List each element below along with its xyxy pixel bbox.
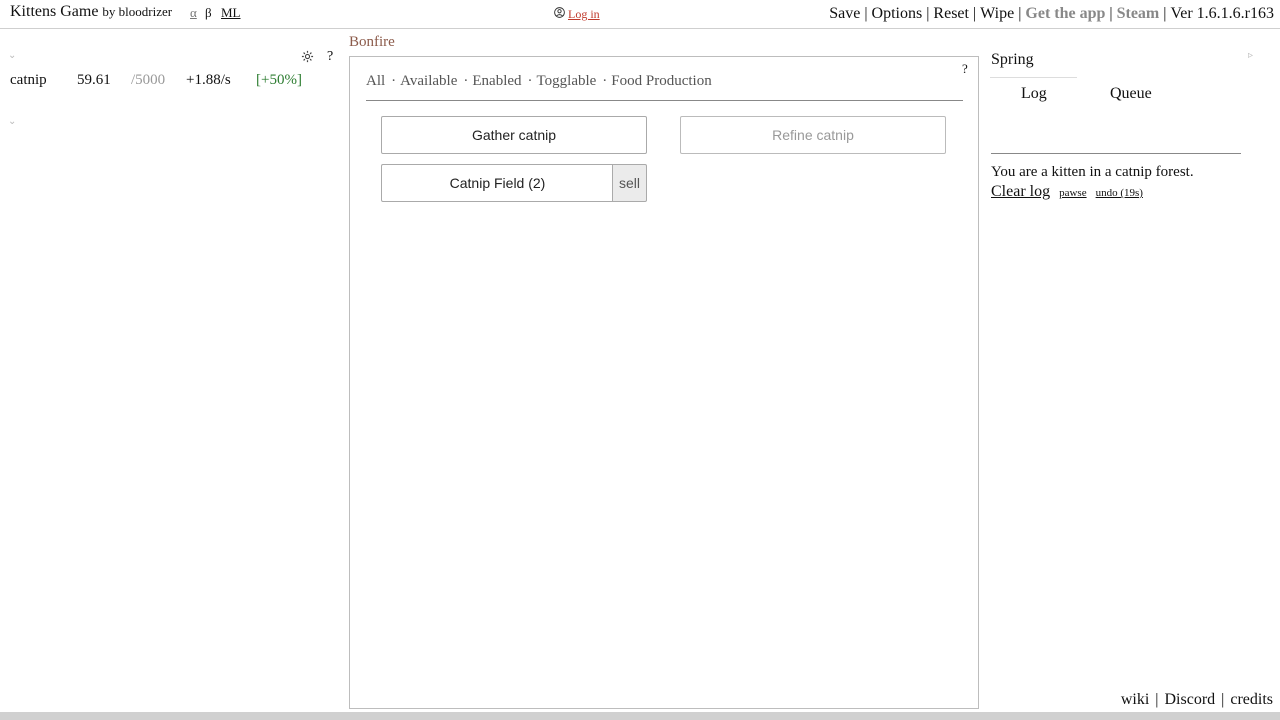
pawse-link[interactable]: pawse — [1059, 187, 1087, 199]
expand-chevron-icon[interactable]: ⌄ — [8, 116, 16, 127]
filter-separator: · — [391, 73, 397, 89]
version-label: Ver 1.6.1.6.r163 — [1170, 5, 1274, 22]
top-menu: Save | Options | Reset | Wipe | Get the … — [829, 5, 1274, 23]
menu-separator: | — [926, 5, 930, 22]
right-collapse-icon[interactable]: ▹ — [1248, 50, 1253, 61]
gather-catnip-button[interactable]: Gather catnip — [381, 116, 647, 154]
undo-link[interactable]: undo (19s) — [1096, 187, 1143, 199]
tab-queue[interactable]: Queue — [1110, 85, 1152, 103]
season-divider — [990, 77, 1077, 78]
user-circle-icon — [554, 7, 565, 22]
footer-separator: | — [1221, 691, 1225, 708]
log-message: You are a kitten in a catnip forest. — [991, 164, 1194, 180]
menu-separator: | — [1109, 5, 1113, 22]
app-name: Kittens Game — [10, 3, 99, 20]
discord-link[interactable]: Discord — [1164, 691, 1215, 709]
login-link[interactable]: Log in — [568, 7, 600, 22]
options-link[interactable]: Options — [872, 5, 923, 23]
sell-button[interactable]: sell — [612, 164, 647, 202]
footer-separator: | — [1155, 691, 1159, 708]
collapse-chevron-icon[interactable]: ⌄ — [8, 50, 16, 61]
menu-separator: | — [1018, 5, 1022, 22]
gear-icon[interactable] — [301, 50, 314, 68]
reset-link[interactable]: Reset — [933, 5, 969, 23]
log-actions: Clear log pawse undo (19s) — [991, 183, 1143, 201]
filter-available[interactable]: Available — [400, 73, 457, 90]
login-area[interactable]: Log in — [554, 7, 600, 22]
get-app-link[interactable]: Get the app — [1025, 5, 1105, 23]
filter-separator: · — [602, 73, 608, 89]
ml-link[interactable]: ML — [221, 5, 241, 21]
resources-help[interactable]: ? — [327, 49, 333, 65]
resource-max: /5000 — [131, 72, 166, 88]
filter-togglable[interactable]: Togglable — [537, 73, 597, 90]
save-link[interactable]: Save — [829, 5, 860, 23]
catnip-field-button[interactable]: Catnip Field (2) — [381, 164, 613, 202]
filter-separator: · — [463, 73, 469, 89]
beta-link[interactable]: β — [205, 5, 212, 21]
resource-bonus: [+50%] — [256, 72, 302, 88]
season-label: Spring — [991, 51, 1034, 68]
bonfire-help[interactable]: ? — [962, 61, 968, 77]
steam-link[interactable]: Steam — [1117, 5, 1160, 23]
resource-name: catnip — [10, 72, 47, 88]
app-author: by bloodrizer — [102, 4, 173, 19]
filter-separator: · — [527, 73, 533, 89]
refine-catnip-button[interactable]: Refine catnip — [680, 116, 946, 154]
filter-all[interactable]: All — [366, 73, 385, 90]
credits-link[interactable]: credits — [1230, 691, 1273, 709]
resource-rate: +1.88/s — [186, 72, 231, 88]
filter-food-production[interactable]: Food Production — [611, 73, 711, 90]
wipe-link[interactable]: Wipe — [980, 5, 1014, 23]
alpha-link[interactable]: α — [190, 5, 197, 21]
filter-bar: All · Available · Enabled · Togglable · … — [366, 73, 718, 90]
filter-enabled[interactable]: Enabled — [472, 73, 521, 90]
filter-divider — [366, 100, 963, 101]
menu-separator: | — [864, 5, 868, 22]
menu-separator: | — [1163, 5, 1167, 22]
app-title: Kittens Game by bloodrizer — [10, 3, 172, 21]
horizontal-scrollbar[interactable] — [0, 712, 1280, 720]
wiki-link[interactable]: wiki — [1121, 691, 1149, 709]
tab-log[interactable]: Log — [1021, 85, 1047, 103]
log-divider — [991, 153, 1241, 154]
menu-separator: | — [972, 5, 977, 22]
clear-log-link[interactable]: Clear log — [991, 183, 1050, 201]
footer-links: wiki | Discord | credits — [1121, 691, 1273, 709]
resource-value: 59.61 — [77, 72, 111, 88]
tab-bonfire[interactable]: Bonfire — [349, 34, 395, 51]
